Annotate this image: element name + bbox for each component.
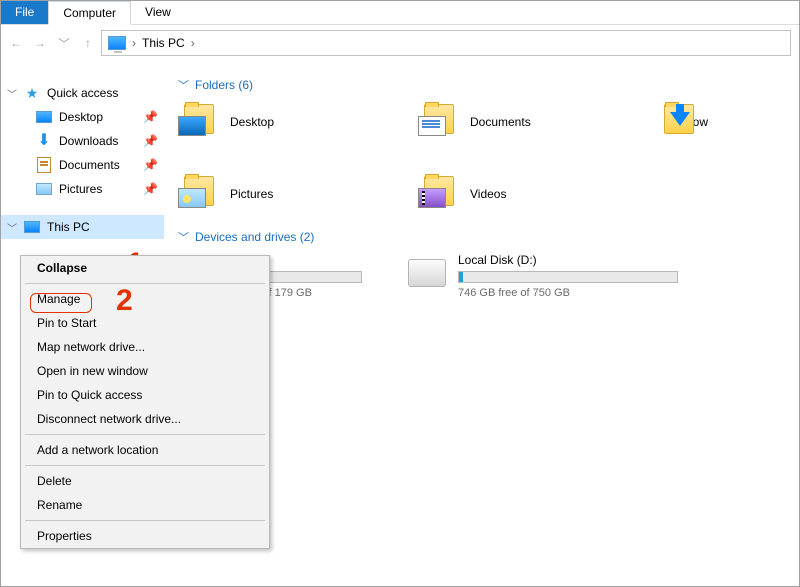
tab-computer[interactable]: Computer [48,1,131,25]
pin-icon: 📌 [143,110,158,124]
caret-down-icon[interactable]: ﹀ [7,220,17,235]
ctx-open-new-window[interactable]: Open in new window [21,359,269,383]
folder-label: Pictures [230,187,408,201]
documents-icon [37,157,51,173]
ctx-collapse[interactable]: Collapse [21,256,269,280]
folder-desktop[interactable]: Desktop [178,101,408,143]
tree-label: Downloads [59,134,118,148]
drive-free: 746 GB free of 750 GB [458,287,678,299]
tree-label: Documents [59,158,120,172]
pictures-icon [178,188,206,208]
address-bar[interactable]: › This PC › [101,30,791,56]
nav-recent-icon[interactable]: ﹀ [57,35,71,52]
tree-this-pc[interactable]: ﹀ This PC [1,215,164,239]
annotation-2: 2 [116,284,133,318]
ctx-map-drive[interactable]: Map network drive... [21,335,269,359]
drives-row: (C:) B free of 179 GB Local Disk (D:) 74… [178,253,795,299]
documents-icon [418,116,446,136]
ctx-add-network-location[interactable]: Add a network location [21,438,269,462]
navbar: ← → ﹀ ↑ › This PC › [1,25,799,61]
nav-up-icon[interactable]: ↑ [81,36,95,50]
chevron-down-icon: ﹀ [178,229,189,245]
usage-fill [459,272,463,282]
tree-item-downloads[interactable]: ⬇ Downloads 📌 [1,129,164,153]
pin-icon: 📌 [143,134,158,148]
drive-d[interactable]: Local Disk (D:) 746 GB free of 750 GB [408,253,678,299]
breadcrumb-sep-icon: › [132,36,136,50]
ctx-delete[interactable]: Delete [21,469,269,493]
pin-icon: 📌 [143,182,158,196]
annotation-box-2 [30,293,92,313]
ctx-properties[interactable]: Properties [21,524,269,548]
group-header-folders[interactable]: ﹀ Folders (6) [178,77,795,93]
tree-quick-access[interactable]: ﹀ ★ Quick access [1,81,164,105]
downloads-icon: ⬇ [35,135,53,147]
folder-label: Documents [470,115,648,129]
ctx-rename[interactable]: Rename [21,493,269,517]
ctx-pin-start[interactable]: Pin to Start [21,311,269,335]
chevron-down-icon: ﹀ [178,77,189,93]
usage-bar [458,271,678,283]
tree-item-documents[interactable]: Documents 📌 [1,153,164,177]
tree-label: Quick access [47,86,118,100]
this-pc-icon [108,36,126,50]
pictures-icon [36,183,52,195]
downloads-icon [670,112,690,126]
nav-back-icon[interactable]: ← [9,36,23,50]
nav-arrows: ← → ﹀ ↑ [9,35,95,52]
ctx-disconnect-drive[interactable]: Disconnect network drive... [21,407,269,431]
tree-label: Desktop [59,110,103,124]
pin-icon: 📌 [143,158,158,172]
videos-icon [418,188,446,208]
folder-documents[interactable]: Documents [418,101,648,143]
tab-view[interactable]: View [131,1,185,24]
ctx-pin-quick-access[interactable]: Pin to Quick access [21,383,269,407]
caret-down-icon[interactable]: ﹀ [7,86,17,101]
tree-label: This PC [47,220,90,234]
group-header-devices[interactable]: ﹀ Devices and drives (2) [178,229,795,245]
quick-access-icon: ★ [23,85,41,102]
ribbon: File Computer View [1,1,799,25]
breadcrumb-location[interactable]: This PC [142,36,185,50]
drive-icon [408,259,446,287]
folder-pictures[interactable]: Pictures [178,173,408,215]
folder-videos[interactable]: Videos [418,173,648,215]
folder-label: Desktop [230,115,408,129]
tree-label: Pictures [59,182,102,196]
nav-forward-icon[interactable]: → [33,36,47,50]
group-header-label: Folders (6) [195,78,253,92]
tree-item-desktop[interactable]: Desktop 📌 [1,105,164,129]
folder-label: Videos [470,187,648,201]
folders-grid: Desktop Documents Dow Pictures Videos [178,101,795,215]
desktop-icon [178,116,206,136]
folder-downloads[interactable]: Dow [658,101,708,143]
this-pc-icon [24,221,40,233]
drive-name: Local Disk (D:) [458,253,678,267]
tab-file[interactable]: File [1,1,48,24]
group-header-label: Devices and drives (2) [195,230,314,244]
desktop-icon [36,111,52,123]
tree-item-pictures[interactable]: Pictures 📌 [1,177,164,201]
breadcrumb-sep-icon: › [191,36,195,50]
